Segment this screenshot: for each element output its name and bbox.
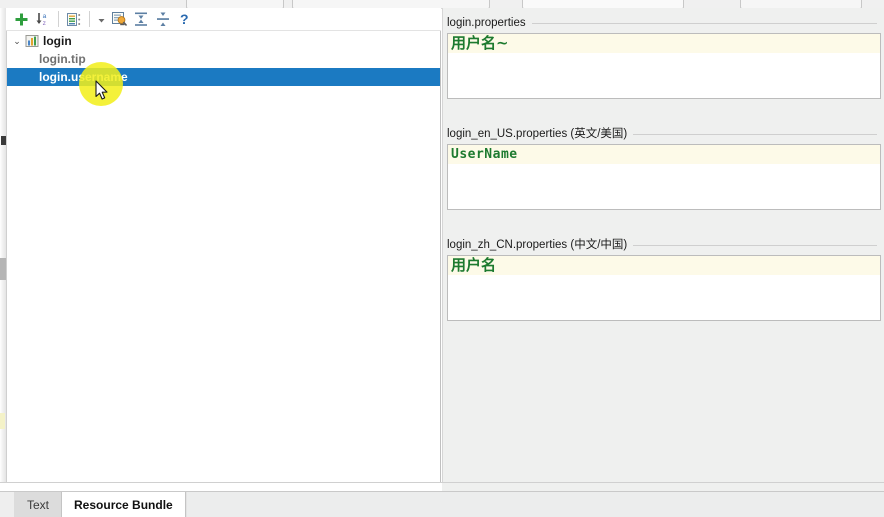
- toolbar-separator: [58, 11, 59, 27]
- header-rule: [531, 22, 877, 24]
- question-mark-icon: ?: [180, 11, 189, 27]
- header-rule: [633, 244, 877, 246]
- locale-group-en-us: login_en_US.properties (英文/美国) UserName: [447, 127, 881, 210]
- locale-group-header: login.properties: [447, 16, 881, 30]
- ruler-marker-secondary: [0, 258, 6, 280]
- tree-row[interactable]: login.tip: [7, 50, 440, 68]
- locale-value-editor-zh-cn[interactable]: 用户名: [447, 255, 881, 321]
- tree-item-label-login-tip: login.tip: [39, 52, 86, 66]
- locale-file-label: login_zh_CN.properties (中文/中国): [447, 239, 628, 251]
- chevron-down-icon: [98, 18, 104, 22]
- properties-wrench-icon: [111, 12, 127, 26]
- locale-value-editor-default[interactable]: 用户名~: [447, 33, 881, 99]
- expand-all-icon: [157, 12, 169, 26]
- locale-group-header: login_en_US.properties (英文/美国): [447, 127, 881, 141]
- tab-resource-bundle[interactable]: Resource Bundle: [62, 492, 186, 517]
- svg-text:?: ?: [180, 11, 189, 27]
- help-button[interactable]: ?: [174, 9, 196, 30]
- locale-group-header: login_zh_CN.properties (中文/中国): [447, 238, 881, 252]
- locale-value-text: 用户名: [451, 256, 497, 274]
- tab-bar-filler: [185, 492, 884, 517]
- plus-icon: [15, 13, 27, 25]
- bundle-tree-pane: a z ? ⌄ login login.tip login.username: [0, 8, 441, 489]
- edit-properties-button[interactable]: [108, 9, 130, 30]
- sort-az-button[interactable]: a z: [32, 9, 54, 30]
- sort-az-icon: a z: [36, 13, 47, 27]
- add-entry-button[interactable]: [10, 9, 32, 30]
- locale-editors-pane: login.properties 用户名~ login_en_US.proper…: [442, 8, 884, 489]
- editor-first-line[interactable]: 用户名: [448, 256, 880, 275]
- list-tree-icon: [67, 12, 81, 26]
- tab-text[interactable]: Text: [15, 492, 63, 517]
- ruler-marker-tertiary: [0, 413, 5, 429]
- toolbar-separator: [89, 11, 90, 27]
- tab-text-label: Text: [27, 497, 50, 512]
- header-rule: [633, 133, 877, 135]
- filter-dropdown-button[interactable]: [94, 9, 108, 30]
- editor-left-ruler-strip: [0, 8, 7, 489]
- locale-group-default: login.properties 用户名~: [447, 16, 881, 99]
- locale-group-zh-cn: login_zh_CN.properties (中文/中国) 用户名: [447, 238, 881, 321]
- tree-twisty-expanded-icon[interactable]: ⌄: [9, 33, 25, 49]
- locale-value-text: UserName: [451, 147, 518, 162]
- collapse-all-button[interactable]: [130, 9, 152, 30]
- group-by-button[interactable]: [63, 9, 85, 30]
- editor-first-line[interactable]: 用户名~: [448, 34, 880, 53]
- locale-value-editor-en-us[interactable]: UserName: [447, 144, 881, 210]
- editor-tab-bar: Text Resource Bundle: [0, 491, 884, 517]
- bundle-toolbar: a z ?: [6, 8, 441, 31]
- resource-key-tree[interactable]: ⌄ login login.tip login.username: [7, 32, 440, 488]
- tab-bar-left-padding: [0, 492, 15, 517]
- collapse-all-icon: [135, 12, 147, 26]
- editor-first-line[interactable]: UserName: [448, 145, 880, 164]
- resource-bundle-icon: [25, 35, 39, 47]
- svg-text:z: z: [43, 20, 46, 27]
- left-pane-bottom-strip: [0, 482, 442, 491]
- locale-file-label: login.properties: [447, 17, 526, 29]
- tree-item-label-login-username: login.username: [39, 70, 128, 84]
- tree-row[interactable]: ⌄ login: [7, 32, 440, 50]
- tree-root-label: login: [43, 34, 72, 48]
- ruler-marker-primary: [1, 136, 6, 145]
- locale-value-text: 用户名~: [451, 34, 509, 52]
- tree-row-selected[interactable]: login.username: [7, 68, 440, 86]
- tab-resource-bundle-label: Resource Bundle: [74, 497, 173, 512]
- locale-file-label: login_en_US.properties (英文/美国): [447, 128, 628, 140]
- svg-text:a: a: [43, 13, 47, 20]
- expand-all-button[interactable]: [152, 9, 174, 30]
